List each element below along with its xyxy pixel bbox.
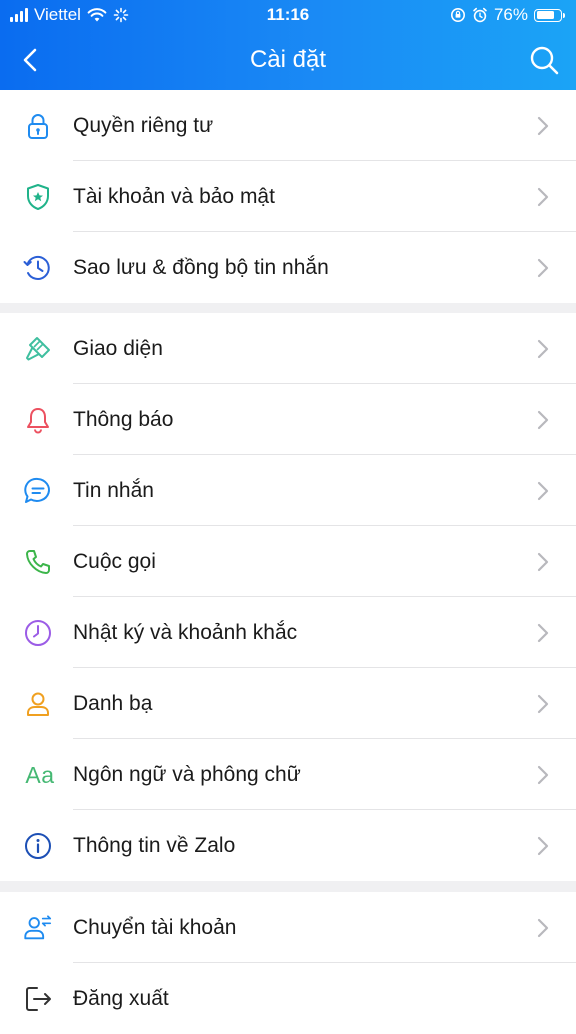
logout-icon bbox=[22, 983, 54, 1015]
history-clock-icon bbox=[22, 252, 54, 284]
search-icon bbox=[530, 46, 559, 75]
nav-bar: Cài đặt bbox=[0, 30, 576, 90]
bell-icon bbox=[22, 404, 54, 436]
info-icon bbox=[22, 830, 54, 862]
status-right: 76% bbox=[450, 0, 565, 30]
lock-icon bbox=[22, 110, 54, 142]
settings-item-language-font[interactable]: Aa Ngôn ngữ và phông chữ bbox=[0, 739, 576, 810]
settings-item-logout[interactable]: Đăng xuất bbox=[0, 963, 576, 1034]
settings-item-label: Tin nhắn bbox=[73, 479, 154, 502]
chevron-right-icon bbox=[537, 410, 549, 430]
settings-item-contacts[interactable]: Danh bạ bbox=[0, 668, 576, 739]
chevron-right-icon bbox=[537, 116, 549, 136]
settings-item-timeline-moments[interactable]: Nhật ký và khoảnh khắc bbox=[0, 597, 576, 668]
settings-item-label: Thông tin về Zalo bbox=[73, 834, 236, 857]
battery-percent: 76% bbox=[493, 5, 528, 24]
status-bar: Viettel 11:16 76% bbox=[0, 0, 576, 30]
settings-group-1: Quyền riêng tư Tài khoản và bảo mật Sao … bbox=[0, 90, 576, 303]
chevron-right-icon bbox=[537, 623, 549, 643]
shield-icon bbox=[22, 181, 54, 213]
chevron-right-icon bbox=[537, 258, 549, 278]
chevron-right-icon bbox=[537, 339, 549, 359]
settings-item-messages[interactable]: Tin nhắn bbox=[0, 455, 576, 526]
settings-item-label: Nhật ký và khoảnh khắc bbox=[73, 621, 298, 644]
chevron-right-icon bbox=[537, 552, 549, 572]
settings-item-label: Danh bạ bbox=[73, 692, 153, 715]
chevron-right-icon bbox=[537, 187, 549, 207]
settings-item-backup-sync[interactable]: Sao lưu & đồng bộ tin nhắn bbox=[0, 232, 576, 303]
chevron-right-icon bbox=[537, 836, 549, 856]
orientation-lock-icon bbox=[450, 8, 465, 22]
battery-fill bbox=[536, 11, 554, 19]
settings-item-label: Tài khoản và bảo mật bbox=[73, 185, 275, 208]
search-button[interactable] bbox=[526, 42, 562, 78]
settings-item-label: Quyền riêng tư bbox=[73, 114, 214, 137]
page-title: Cài đặt bbox=[249, 46, 327, 73]
settings-item-label: Giao diện bbox=[73, 337, 163, 360]
settings-item-about-zalo[interactable]: Thông tin về Zalo bbox=[0, 810, 576, 881]
paint-brush-icon bbox=[22, 333, 54, 365]
settings-item-calls[interactable]: Cuộc gọi bbox=[0, 526, 576, 597]
contact-person-icon bbox=[22, 688, 54, 720]
settings-item-label: Ngôn ngữ và phông chữ bbox=[73, 763, 301, 786]
phone-icon bbox=[22, 546, 54, 578]
chat-bubble-icon bbox=[22, 475, 54, 507]
font-aa-icon: Aa bbox=[20, 759, 60, 791]
chevron-right-icon bbox=[537, 765, 549, 785]
settings-item-label: Thông báo bbox=[73, 408, 174, 431]
settings-item-notifications[interactable]: Thông báo bbox=[0, 384, 576, 455]
switch-account-icon bbox=[22, 912, 54, 944]
settings-item-account-security[interactable]: Tài khoản và bảo mật bbox=[0, 161, 576, 232]
alarm-icon bbox=[473, 7, 487, 23]
chevron-right-icon bbox=[537, 918, 549, 938]
chevron-right-icon bbox=[537, 481, 549, 501]
settings-item-label: Cuộc gọi bbox=[73, 550, 156, 573]
battery-icon bbox=[534, 8, 565, 22]
settings-group-3: Chuyển tài khoản Đăng xuất bbox=[0, 892, 576, 1034]
clock-icon bbox=[22, 617, 54, 649]
app-header: Viettel 11:16 76% Cài đặt bbox=[0, 0, 576, 90]
settings-item-label: Đăng xuất bbox=[73, 987, 169, 1010]
font-aa-glyph: Aa bbox=[25, 761, 55, 788]
settings-group-2: Giao diện Thông báo Tin nhắn Cuộc gọi Nh… bbox=[0, 313, 576, 881]
settings-item-switch-account[interactable]: Chuyển tài khoản bbox=[0, 892, 576, 963]
settings-item-label: Chuyển tài khoản bbox=[73, 916, 237, 939]
chevron-right-icon bbox=[537, 694, 549, 714]
settings-item-appearance[interactable]: Giao diện bbox=[0, 313, 576, 384]
settings-item-label: Sao lưu & đồng bộ tin nhắn bbox=[73, 256, 329, 279]
settings-item-privacy[interactable]: Quyền riêng tư bbox=[0, 90, 576, 161]
